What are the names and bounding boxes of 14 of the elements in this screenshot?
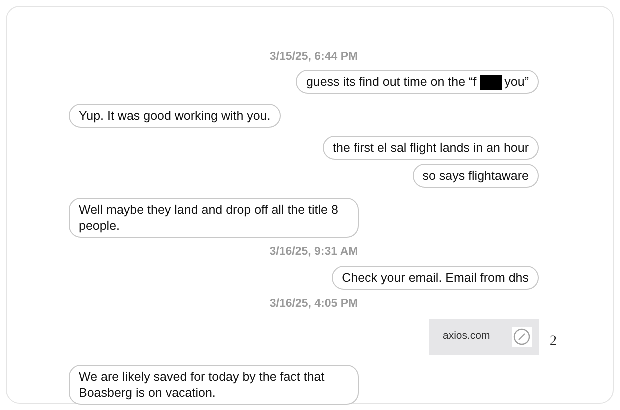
sent-message: guess its find out time on the “f you”	[296, 70, 539, 94]
compass-icon	[512, 326, 532, 347]
sent-message: the first el sal flight lands in an hour	[323, 136, 539, 160]
sent-message: so says flightaware	[412, 164, 539, 188]
timestamp: 3/16/25, 9:31 AM	[270, 245, 358, 260]
received-message: Well maybe they land and drop off all the title 8 people.	[69, 198, 359, 238]
link-preview[interactable]: axios.com	[429, 318, 539, 355]
timestamp: 3/16/25, 4:05 PM	[270, 296, 358, 312]
received-message: Yup. It was good working with you.	[69, 104, 281, 128]
sent-message: Check your email. Email from dhs	[332, 266, 539, 290]
page-number: 2	[550, 333, 557, 351]
received-message: We are likely saved for today by the fact that Boasberg is on vacation.	[69, 364, 359, 405]
timestamp: 3/15/25, 6:44 PM	[270, 50, 358, 65]
link-domain: axios.com	[443, 329, 490, 344]
